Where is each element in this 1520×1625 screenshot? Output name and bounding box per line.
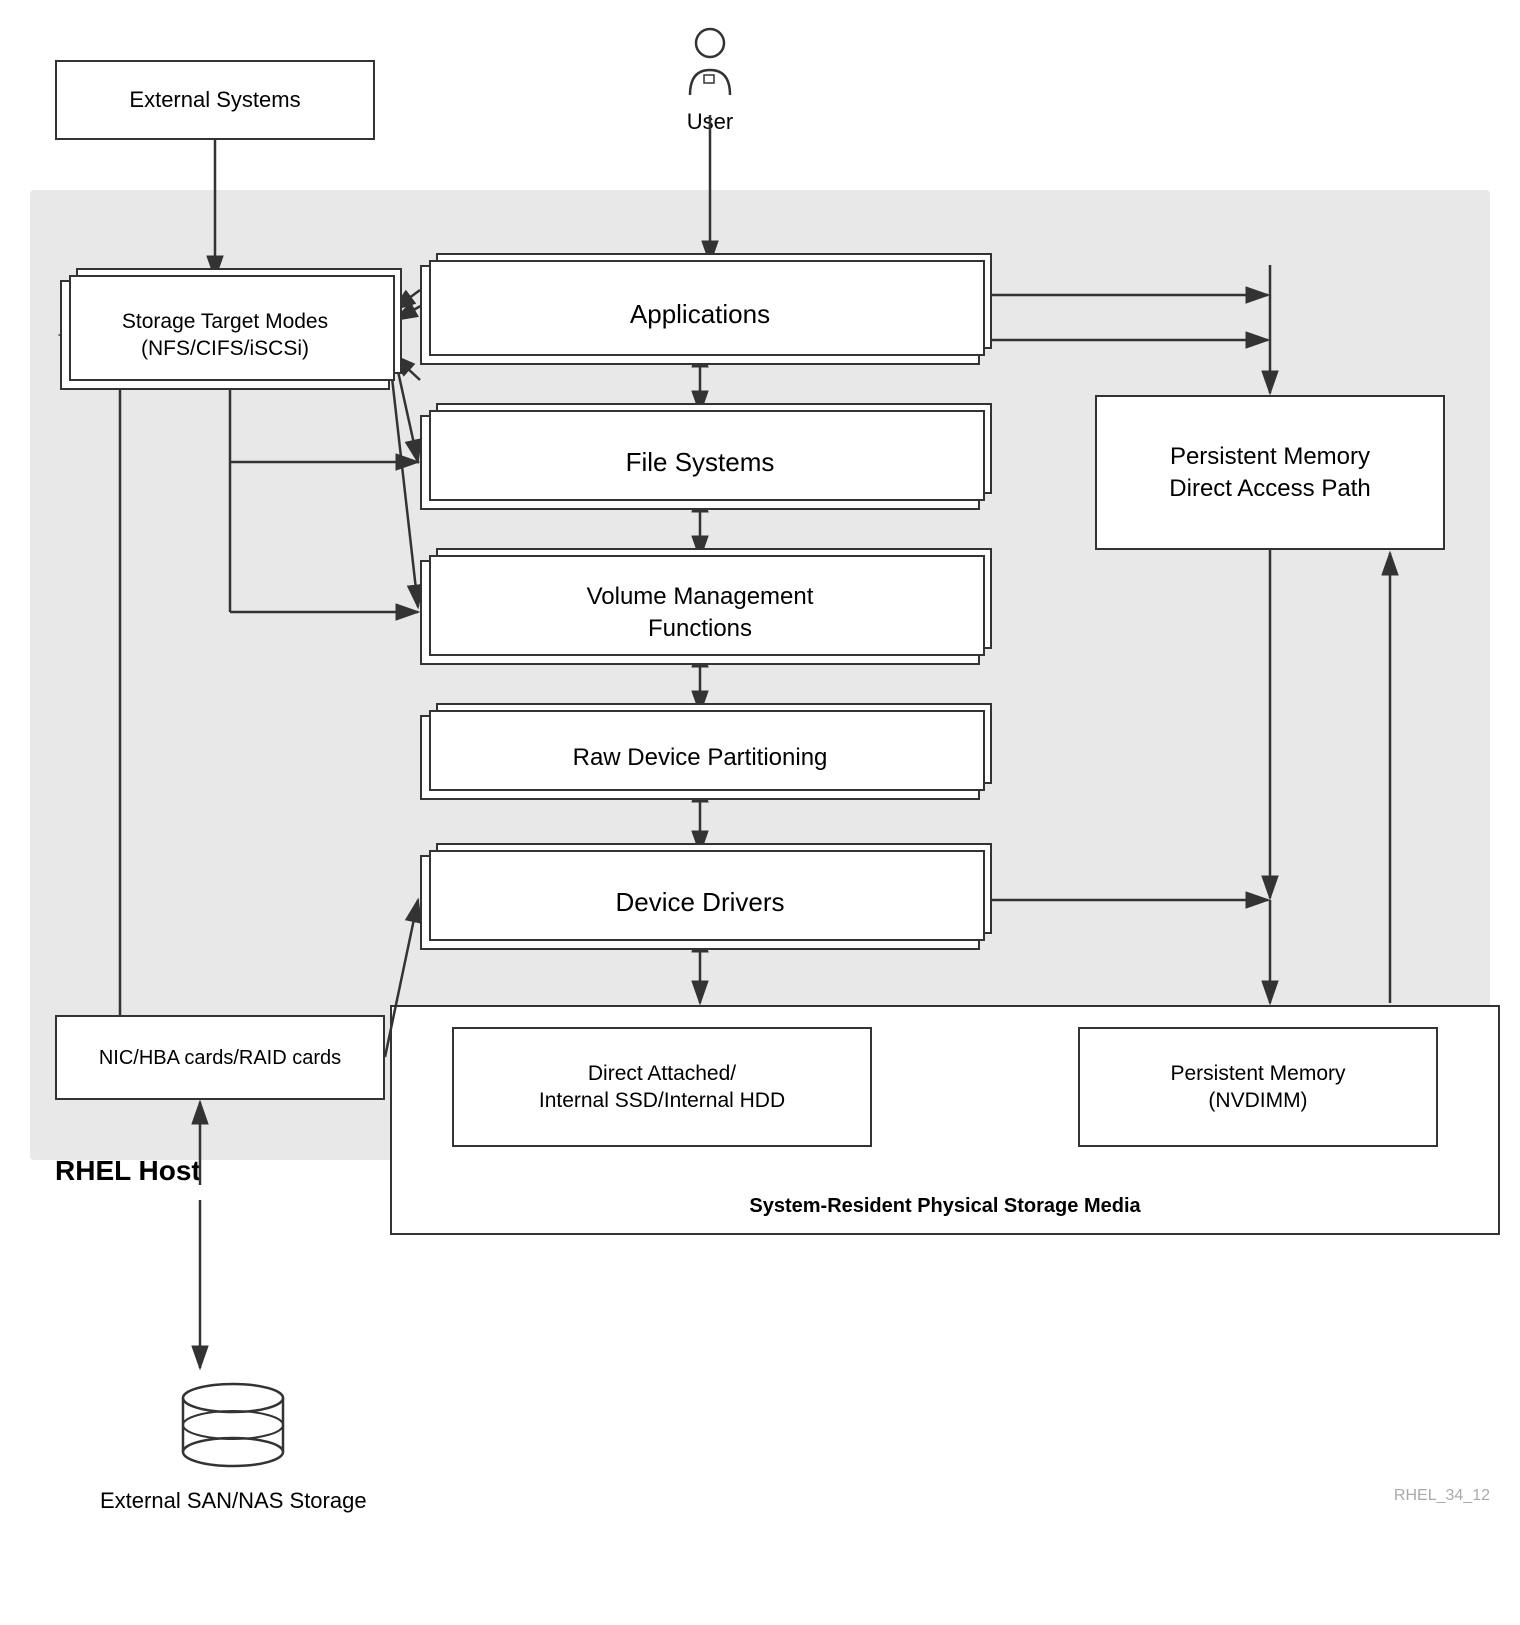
persistent-memory-path-box: Persistent Memory Direct Access Path xyxy=(1095,395,1445,550)
device-drivers-box: Device Drivers xyxy=(420,855,980,950)
raw-device-partitioning-box: Raw Device Partitioning xyxy=(420,715,980,800)
storage-cylinder-icon xyxy=(178,1370,288,1480)
user-figure: User xyxy=(680,25,740,135)
volume-management-box: Volume Management Functions xyxy=(420,560,980,665)
watermark: RHEL_34_12 xyxy=(1394,1487,1490,1505)
file-systems-box: File Systems xyxy=(420,415,980,510)
nic-hba-box: NIC/HBA cards/RAID cards xyxy=(55,1015,385,1100)
direct-attached-box: Direct Attached/ Internal SSD/Internal H… xyxy=(452,1027,872,1147)
persistent-memory-nvdimm-box: Persistent Memory (NVDIMM) xyxy=(1078,1027,1438,1147)
system-resident-label: System-Resident Physical Storage Media xyxy=(392,1193,1498,1219)
system-resident-box: Direct Attached/ Internal SSD/Internal H… xyxy=(390,1005,1500,1235)
applications-box: Applications xyxy=(420,265,980,365)
external-san-nas: External SAN/NAS Storage xyxy=(100,1370,367,1514)
diagram-container: External Systems User Storage Target Mod… xyxy=(0,0,1520,1625)
storage-target-modes-box: Storage Target Modes (NFS/CIFS/iSCSi) xyxy=(60,280,390,390)
rhel-host-label: RHEL Host xyxy=(55,1155,201,1187)
user-icon xyxy=(680,25,740,105)
external-systems-box: External Systems xyxy=(55,60,375,140)
